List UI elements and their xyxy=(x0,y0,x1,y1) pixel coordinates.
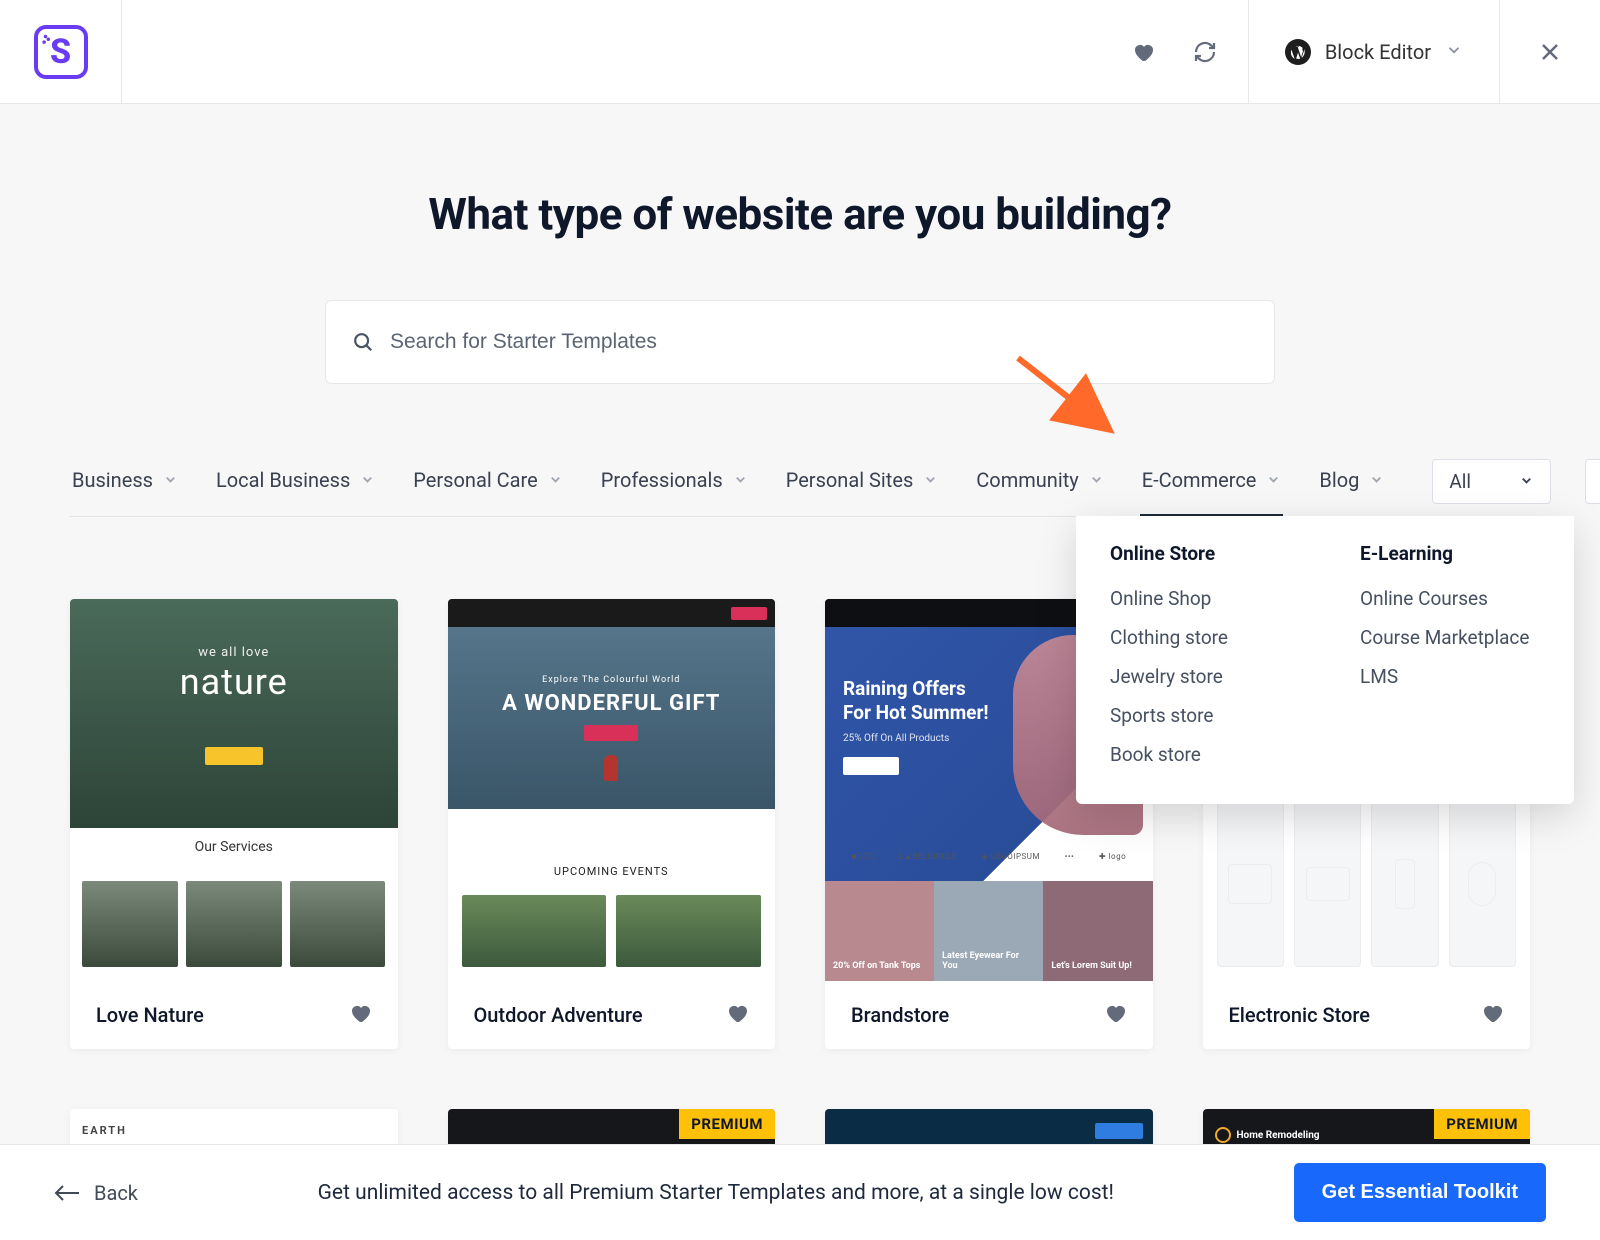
dropdown-col-elearning: E-Learning Online Courses Course Marketp… xyxy=(1360,542,1540,774)
dropdown-item[interactable]: Online Courses xyxy=(1360,579,1540,618)
page-builder-selector[interactable]: Block Editor xyxy=(1248,0,1500,104)
dropdown-item[interactable]: Clothing store xyxy=(1110,618,1290,657)
template-title: Outdoor Adventure xyxy=(474,1003,643,1027)
get-toolkit-button[interactable]: Get Essential Toolkit xyxy=(1294,1163,1546,1222)
chevron-down-icon xyxy=(1089,468,1104,492)
dropdown-item[interactable]: Online Shop xyxy=(1110,579,1290,618)
topbar-actions xyxy=(1130,39,1248,65)
chevron-down-icon xyxy=(1369,468,1384,492)
dropdown-item[interactable]: LMS xyxy=(1360,657,1540,696)
filter-all-select[interactable]: All xyxy=(1432,459,1551,504)
favorite-icon[interactable] xyxy=(725,1001,749,1029)
dropdown-heading: Online Store xyxy=(1110,542,1290,565)
chevron-down-icon xyxy=(733,468,748,492)
template-thumbnail: we all love nature Our Services xyxy=(70,599,398,981)
template-thumbnail: Explore The Colourful World A WONDERFUL … xyxy=(448,599,776,981)
editor-label: Block Editor xyxy=(1325,40,1431,64)
premium-badge: PREMIUM xyxy=(1434,1109,1530,1139)
page-title: What type of website are you building? xyxy=(0,188,1600,240)
cat-business[interactable]: Business xyxy=(70,456,180,516)
chevron-down-icon xyxy=(360,468,375,492)
cat-blog[interactable]: Blog xyxy=(1317,456,1386,516)
template-title: Brandstore xyxy=(851,1003,949,1027)
wordpress-icon xyxy=(1285,39,1311,65)
cat-personal-sites[interactable]: Personal Sites xyxy=(784,456,941,516)
dropdown-heading: E-Learning xyxy=(1360,542,1540,565)
ecommerce-dropdown: Online Store Online Shop Clothing store … xyxy=(1076,516,1574,804)
template-title: Love Nature xyxy=(96,1003,204,1027)
chevron-down-icon xyxy=(923,468,938,492)
dropdown-item[interactable]: Course Marketplace xyxy=(1360,618,1540,657)
chevron-down-icon xyxy=(1519,470,1534,493)
upsell-message: Get unlimited access to all Premium Star… xyxy=(158,1181,1274,1205)
cat-professionals[interactable]: Professionals xyxy=(599,456,750,516)
dropdown-item[interactable]: Sports store xyxy=(1110,696,1290,735)
search-input[interactable] xyxy=(390,330,1248,354)
logo-wrap: S xyxy=(0,0,122,104)
premium-badge: PREMIUM xyxy=(679,1109,775,1139)
sort-select[interactable]: Popular xyxy=(1585,459,1600,504)
chevron-down-icon xyxy=(1445,41,1463,63)
cat-community[interactable]: Community xyxy=(974,456,1105,516)
favorites-icon[interactable] xyxy=(1130,39,1156,65)
cat-ecommerce[interactable]: E-Commerce xyxy=(1140,456,1284,516)
dropdown-item[interactable]: Jewelry store xyxy=(1110,657,1290,696)
arrow-left-icon xyxy=(54,1184,80,1202)
favorite-icon[interactable] xyxy=(1480,1001,1504,1029)
chevron-down-icon xyxy=(548,468,563,492)
favorite-icon[interactable] xyxy=(348,1001,372,1029)
template-card-outdoor-adventure[interactable]: Explore The Colourful World A WONDERFUL … xyxy=(448,599,776,1049)
top-bar: S Block Editor xyxy=(0,0,1600,104)
template-card-love-nature[interactable]: we all love nature Our Services Love Nat… xyxy=(70,599,398,1049)
template-title: Electronic Store xyxy=(1229,1003,1371,1027)
bottom-bar: Back Get unlimited access to all Premium… xyxy=(0,1144,1600,1240)
chevron-down-icon xyxy=(163,468,178,492)
chevron-down-icon xyxy=(1266,468,1281,492)
sync-icon[interactable] xyxy=(1192,39,1218,65)
cat-local-business[interactable]: Local Business xyxy=(214,456,377,516)
category-nav: Business Local Business Personal Care Pr… xyxy=(70,456,1530,517)
dropdown-item[interactable]: Book store xyxy=(1110,735,1290,774)
back-button[interactable]: Back xyxy=(54,1181,138,1205)
cat-personal-care[interactable]: Personal Care xyxy=(411,456,564,516)
starter-templates-logo: S xyxy=(34,25,88,79)
close-button[interactable] xyxy=(1500,0,1600,104)
search-box[interactable] xyxy=(325,300,1275,384)
search-icon xyxy=(352,331,374,353)
favorite-icon[interactable] xyxy=(1103,1001,1127,1029)
dropdown-col-online-store: Online Store Online Shop Clothing store … xyxy=(1110,542,1290,774)
